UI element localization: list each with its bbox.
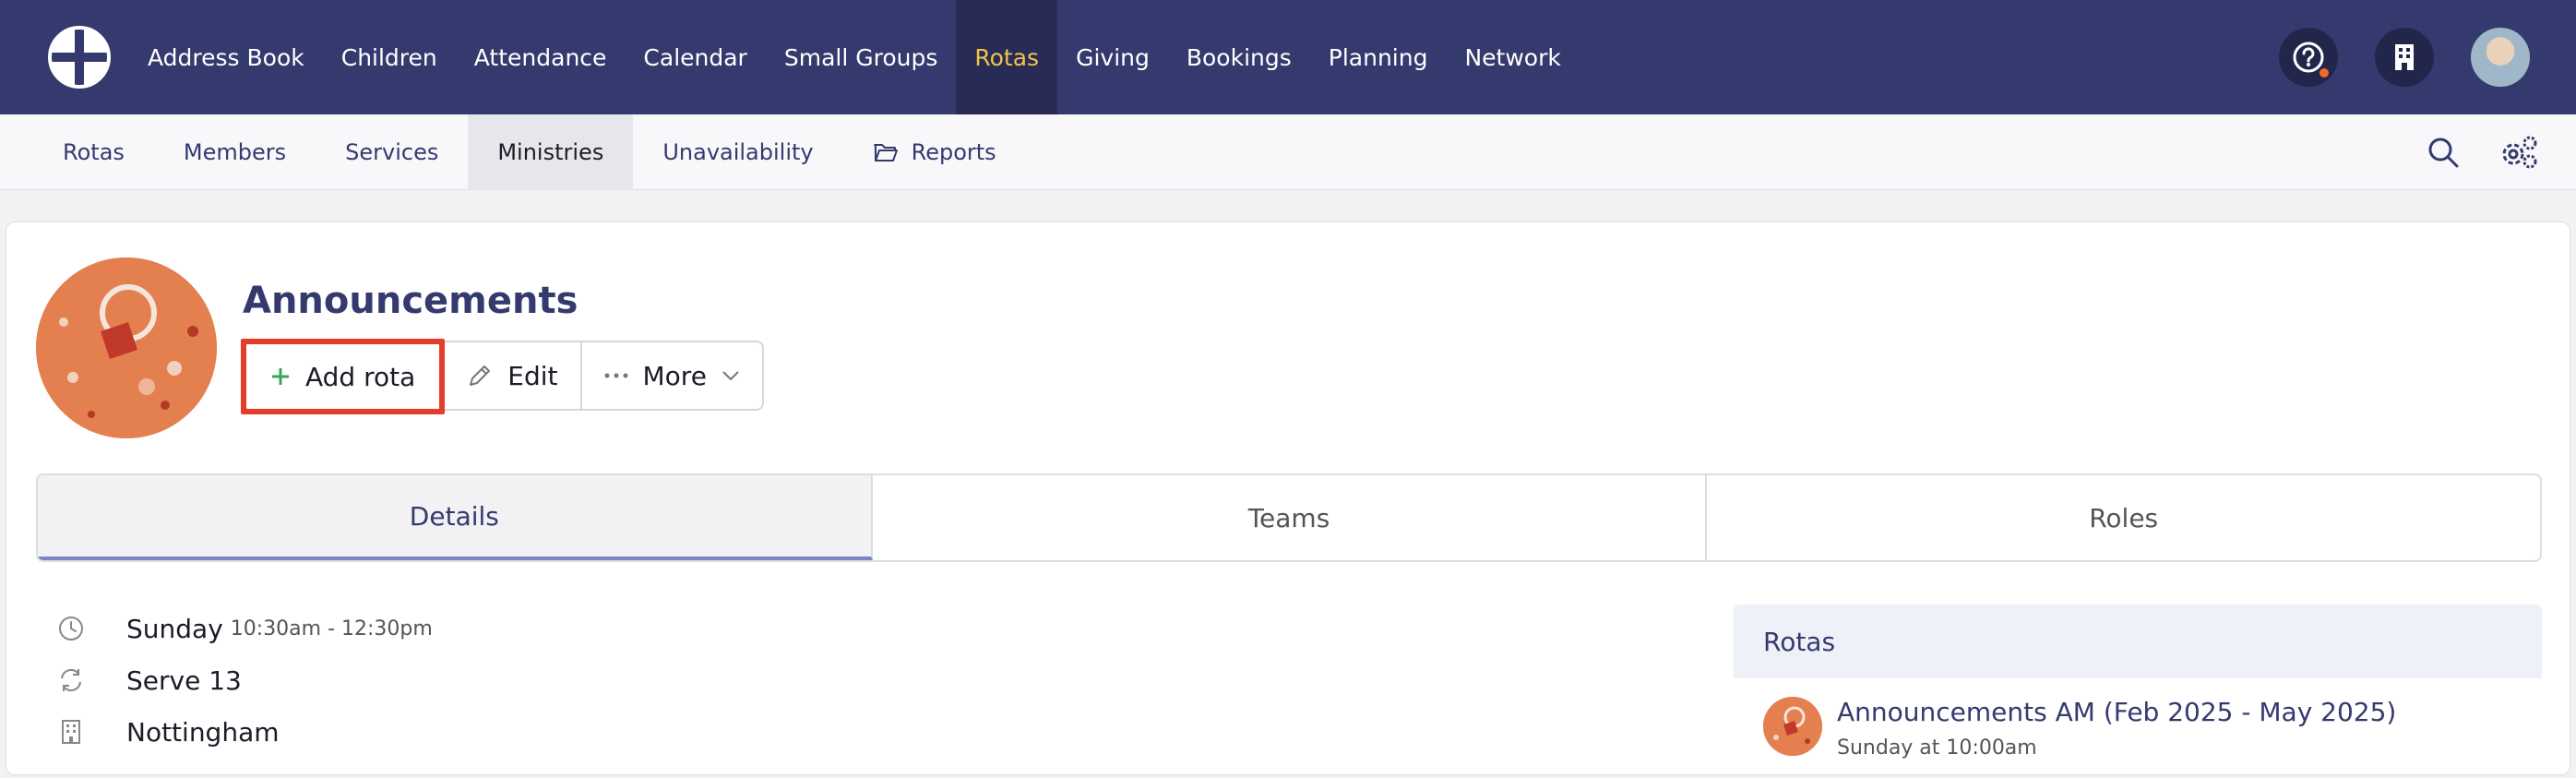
nav-children[interactable]: Children: [323, 0, 456, 114]
building-icon: [53, 713, 89, 750]
nav-planning[interactable]: Planning: [1310, 0, 1447, 114]
tab-details[interactable]: Details: [38, 475, 873, 560]
detail-time: 10:30am - 12:30pm: [230, 616, 433, 640]
rota-name-link[interactable]: Announcements AM (Feb 2025 - May 2025): [1837, 697, 2396, 727]
detail-frequency: Serve 13: [53, 654, 433, 706]
notification-dot: [2318, 66, 2331, 79]
clock-icon: [53, 610, 89, 647]
list-item[interactable]: Announcements AM (Feb 2025 - May 2025) S…: [1734, 678, 2542, 778]
edit-label: Edit: [507, 360, 558, 391]
ministry-details: Sunday 10:30am - 12:30pm Serve 13 Nottin…: [53, 603, 433, 758]
nav-small-groups[interactable]: Small Groups: [766, 0, 957, 114]
search-icon[interactable]: [2427, 136, 2460, 169]
detail-location-text: Nottingham: [126, 716, 280, 748]
subnav-reports[interactable]: Reports: [843, 114, 1026, 190]
ellipsis-icon: [604, 373, 628, 378]
ministry-avatar: [36, 257, 217, 438]
more-button[interactable]: More: [582, 342, 762, 409]
folder-open-icon: [873, 144, 898, 162]
tab-teams[interactable]: Teams: [873, 475, 1708, 560]
pencil-icon: [470, 365, 491, 386]
repeat-icon: [53, 662, 89, 699]
building-icon: [2395, 44, 2414, 70]
sub-nav-bar: Rotas Members Services Ministries Unavai…: [0, 114, 2576, 190]
add-rota-button[interactable]: Add rota: [241, 339, 446, 414]
help-button[interactable]: [2279, 28, 2338, 87]
rotas-panel-heading: Rotas: [1734, 604, 2542, 678]
rotas-submenu: Rotas Members Services Ministries Unavai…: [33, 114, 1026, 190]
subnav-unavailability[interactable]: Unavailability: [633, 114, 842, 190]
subnav-rotas[interactable]: Rotas: [33, 114, 154, 190]
detail-day: Sunday: [126, 613, 223, 644]
page-title: Announcements: [243, 280, 578, 322]
subnav-tools: [2427, 114, 2539, 190]
organisation-button[interactable]: [2375, 28, 2434, 87]
detail-location: Nottingham: [53, 706, 433, 758]
nav-calendar[interactable]: Calendar: [625, 0, 765, 114]
chevron-down-icon: [722, 371, 739, 381]
nav-network[interactable]: Network: [1446, 0, 1579, 114]
user-avatar[interactable]: [2471, 28, 2530, 87]
subnav-reports-label: Reports: [911, 139, 996, 165]
rotas-panel: Rotas Announcements AM (Feb 2025 - May 2…: [1734, 604, 2542, 778]
nav-attendance[interactable]: Attendance: [456, 0, 626, 114]
church-logo-icon[interactable]: [46, 24, 113, 90]
ministry-card: Announcements Add rota Edit More Details…: [6, 221, 2570, 775]
main-menu: Address Book Children Attendance Calenda…: [129, 0, 1580, 114]
rota-schedule: Sunday at 10:00am: [1837, 736, 2037, 760]
plus-icon: [272, 368, 289, 385]
nav-giving[interactable]: Giving: [1057, 0, 1168, 114]
settings-gears-icon[interactable]: [2498, 134, 2539, 171]
nav-rotas[interactable]: Rotas: [956, 0, 1058, 114]
ministry-tabs: Details Teams Roles: [36, 473, 2542, 562]
subnav-services[interactable]: Services: [316, 114, 468, 190]
add-rota-label: Add rota: [305, 361, 416, 392]
nav-bookings[interactable]: Bookings: [1168, 0, 1310, 114]
top-nav-bar: Address Book Children Attendance Calenda…: [0, 0, 2576, 114]
more-label: More: [642, 360, 707, 391]
detail-frequency-text: Serve 13: [126, 664, 242, 696]
subnav-ministries[interactable]: Ministries: [468, 114, 634, 190]
nav-address-book[interactable]: Address Book: [129, 0, 323, 114]
tab-roles[interactable]: Roles: [1707, 475, 2540, 560]
edit-button[interactable]: Edit: [445, 342, 582, 409]
subnav-members[interactable]: Members: [154, 114, 316, 190]
rota-avatar: [1763, 697, 1822, 756]
detail-schedule: Sunday 10:30am - 12:30pm: [53, 603, 433, 654]
ministry-actions: Add rota Edit More: [241, 339, 764, 414]
top-right-actions: [2279, 0, 2530, 114]
